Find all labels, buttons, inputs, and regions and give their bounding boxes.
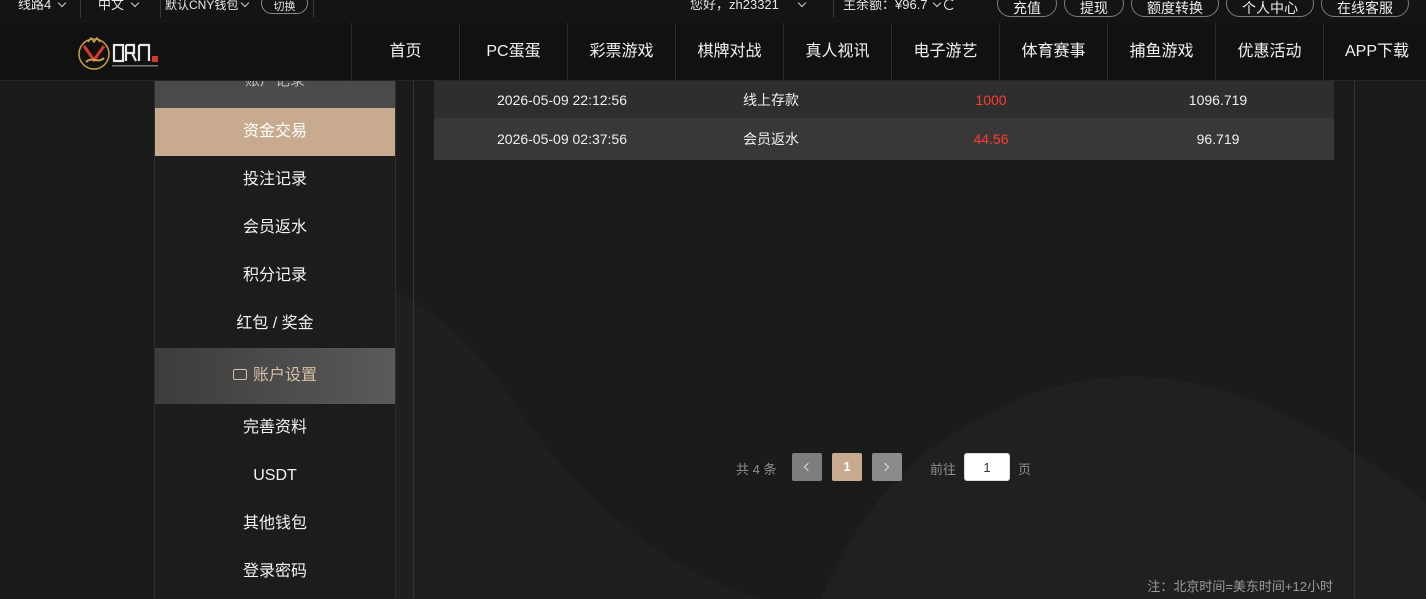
wallet-label: 默认CNY钱包	[165, 0, 239, 12]
transactions-table: 2026-05-09 22:12:56 线上存款 1000 1096.719 2…	[434, 81, 1334, 160]
nav-item-home[interactable]: 首页	[351, 23, 459, 81]
goto-page-input[interactable]: 1	[964, 453, 1010, 481]
nav-item-fishing[interactable]: 捕鱼游戏	[1107, 23, 1215, 81]
divider	[80, 0, 81, 18]
transactions-panel: 2026-05-09 22:12:56 线上存款 1000 1096.719 2…	[413, 81, 1355, 599]
chevron-down-icon	[241, 0, 250, 8]
cell-amount: 44.56	[973, 131, 1009, 147]
cell-balance: 1096.719	[1188, 91, 1248, 108]
prev-page-button[interactable]	[792, 453, 822, 481]
main-navbar: 首页 PC蛋蛋 彩票游戏 棋牌对战 真人视讯 电子游艺 体育赛事 捕鱼游戏 优惠…	[0, 23, 1426, 81]
sidebar-item-login-password[interactable]: 登录密码	[155, 548, 395, 596]
section-account-settings[interactable]: 账户设置	[155, 348, 395, 404]
user-card-icon	[232, 369, 247, 380]
balance-text: 主余额：¥96.7	[843, 0, 928, 12]
table-row: 2026-05-09 22:12:56 线上存款 1000 1096.719	[434, 81, 1334, 118]
cell-time: 2026-05-09 22:12:56	[497, 91, 627, 108]
section-account-records-label: 账户记录	[155, 81, 395, 91]
divider	[160, 0, 161, 18]
nav-menu: 首页 PC蛋蛋 彩票游戏 棋牌对战 真人视讯 电子游艺 体育赛事 捕鱼游戏 优惠…	[351, 23, 1409, 81]
wallet-selector[interactable]: 默认CNY钱包	[165, 0, 250, 14]
refresh-icon[interactable]	[943, 0, 955, 10]
goto-label: 前往	[930, 462, 957, 477]
pagination: 共 4 条 1 前往 1 页	[414, 453, 1356, 481]
next-page-button[interactable]	[872, 453, 902, 481]
account-sidebar: 账户记录 资金交易 投注记录 会员返水 积分记录 红包 / 奖金 账户设置 完善…	[154, 81, 396, 599]
nav-item-chess-cards[interactable]: 棋牌对战	[675, 23, 783, 81]
profile-center-button[interactable]: 个人中心	[1226, 0, 1314, 17]
sidebar-item-member-rebate[interactable]: 会员返水	[155, 204, 395, 252]
chevron-left-icon	[803, 462, 813, 472]
section-account-records[interactable]: 账户记录	[155, 81, 395, 108]
sidebar-item-complete-profile[interactable]: 完善资料	[155, 404, 395, 452]
table-row: 2026-05-09 02:37:56 会员返水 44.56 96.719	[434, 118, 1334, 160]
site-logo[interactable]	[76, 34, 184, 72]
cell-type: 线上存款	[743, 91, 799, 108]
chevron-down-icon[interactable]	[932, 0, 941, 8]
page-unit-label: 页	[1018, 462, 1032, 477]
chevron-down-icon	[130, 0, 140, 8]
total-count: 共 4 条	[736, 462, 777, 477]
section-account-settings-label: 账户设置	[252, 367, 317, 384]
sidebar-item-fund-transactions[interactable]: 资金交易	[155, 108, 395, 156]
cell-type: 会员返水	[743, 131, 799, 147]
timezone-note: 注：北京时间=美东时间+12小时	[1147, 579, 1333, 594]
nav-item-sports[interactable]: 体育赛事	[999, 23, 1107, 81]
cell-balance: 96.719	[1196, 131, 1240, 147]
cell-amount: 1000	[975, 91, 1007, 108]
divider	[833, 0, 834, 18]
nav-item-app-download[interactable]: APP下载	[1323, 23, 1409, 81]
deposit-button[interactable]: 充值	[997, 0, 1057, 17]
language-label: 中文	[98, 0, 125, 12]
nav-item-lottery[interactable]: 彩票游戏	[567, 23, 675, 81]
sidebar-item-red-packet-bonus[interactable]: 红包 / 奖金	[155, 300, 395, 348]
greeting-text: 您好，zh23321	[690, 0, 779, 12]
sidebar-item-other-wallets[interactable]: 其他钱包	[155, 500, 395, 548]
nav-item-promotions[interactable]: 优惠活动	[1215, 23, 1323, 81]
chevron-right-icon	[880, 462, 890, 472]
nav-item-live-casino[interactable]: 真人视讯	[783, 23, 891, 81]
user-greeting[interactable]: 您好，zh23321	[690, 0, 807, 14]
main-balance: 主余额：¥96.7	[843, 0, 955, 14]
line-label: 线路4	[18, 0, 52, 12]
chevron-down-icon	[797, 0, 807, 8]
sidebar-item-points-records[interactable]: 积分记录	[155, 252, 395, 300]
page-number-current[interactable]: 1	[832, 453, 862, 481]
language-selector[interactable]: 中文	[98, 0, 140, 14]
sidebar-item-bet-records[interactable]: 投注记录	[155, 156, 395, 204]
cell-time: 2026-05-09 02:37:56	[497, 131, 627, 147]
top-utility-bar: 线路4 中文 默认CNY钱包 切换 您好，zh23321 主余额：¥96.7 充…	[0, 0, 1426, 23]
nav-item-slots[interactable]: 电子游艺	[891, 23, 999, 81]
sidebar-item-usdt[interactable]: USDT	[155, 452, 395, 500]
line-selector[interactable]: 线路4	[18, 0, 67, 14]
nav-item-pc-egg[interactable]: PC蛋蛋	[459, 23, 567, 81]
chevron-down-icon	[57, 0, 67, 8]
switch-wallet-button[interactable]: 切换	[261, 0, 308, 14]
online-support-button[interactable]: 在线客服	[1321, 0, 1409, 17]
divider	[313, 0, 314, 18]
transfer-button[interactable]: 额度转换	[1131, 0, 1219, 17]
withdraw-button[interactable]: 提现	[1064, 0, 1124, 17]
